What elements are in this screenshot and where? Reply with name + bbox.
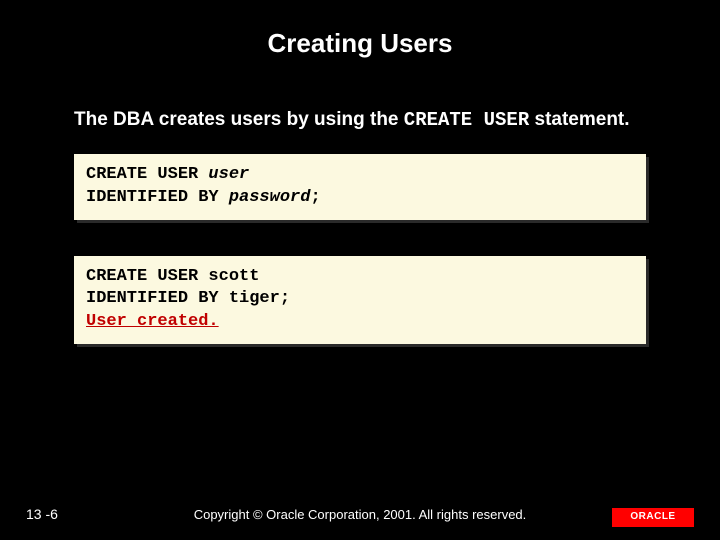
syntax-param-user: user <box>208 165 249 184</box>
example-line-1: CREATE USER scott <box>86 266 634 289</box>
oracle-logo-text: ORACLE <box>630 511 675 522</box>
syntax-line-1: CREATE USER user <box>86 164 634 187</box>
example-feedback: User created. <box>86 311 634 334</box>
slide-title: Creating Users <box>0 28 720 59</box>
intro-paragraph: The DBA creates users by using the CREAT… <box>74 107 646 134</box>
oracle-logo: ORACLE <box>612 508 694 524</box>
slide: Creating Users The DBA creates users by … <box>0 0 720 540</box>
intro-keyword: CREATE USER <box>404 109 529 131</box>
example-box: CREATE USER scott IDENTIFIED BY tiger; U… <box>74 256 646 345</box>
footer: 13 -6 Copyright © Oracle Corporation, 20… <box>0 500 720 522</box>
intro-suffix: statement. <box>529 109 629 130</box>
syntax-box: CREATE USER user IDENTIFIED BY password; <box>74 154 646 220</box>
intro-prefix: The DBA creates users by using the <box>74 109 404 130</box>
syntax-tail: ; <box>310 188 320 207</box>
example-line-2: IDENTIFIED BY tiger; <box>86 288 634 311</box>
syntax-cmd-1: CREATE USER <box>86 165 208 184</box>
syntax-param-password: password <box>229 188 311 207</box>
syntax-cmd-2: IDENTIFIED BY <box>86 188 229 207</box>
syntax-line-2: IDENTIFIED BY password; <box>86 187 634 210</box>
